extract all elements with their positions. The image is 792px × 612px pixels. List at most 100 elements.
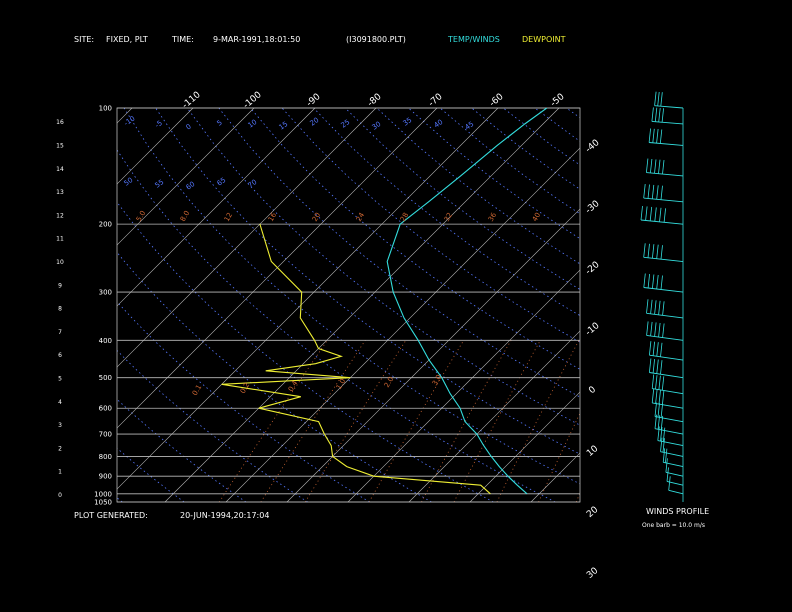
wind-barb-flag	[647, 184, 650, 199]
isotherm-line	[408, 330, 580, 502]
mixing-ratio-label: 0.1	[191, 383, 203, 397]
isotherm-line	[117, 108, 438, 429]
wind-barb-flag	[650, 299, 653, 314]
height-tick-label: 2	[58, 445, 62, 452]
wind-barb-flag	[661, 108, 664, 123]
mixing-ratio-line	[626, 340, 694, 502]
isotherm-label: -20	[584, 260, 602, 277]
wind-barb-flag	[651, 388, 655, 403]
wind-barb	[640, 219, 684, 225]
wind-barb-flag	[650, 321, 653, 336]
skew-t-chart: 10020030040050060070080090010001050-110-…	[56, 90, 792, 581]
wind-barb-flag	[665, 458, 668, 473]
wind-barb-flag	[660, 342, 663, 357]
wind-barb-flag	[652, 359, 655, 374]
isotherm-line	[117, 108, 255, 246]
wind-barb	[668, 489, 684, 495]
height-tick-label: 11	[56, 236, 64, 243]
wind-barb-flag	[646, 299, 649, 314]
dry-adiabat-label: 50	[123, 176, 135, 188]
pressure-tick-label: 500	[99, 374, 112, 382]
dry-adiabat-label: 5	[216, 119, 224, 128]
wind-barb-flag	[654, 402, 657, 417]
wind-barb	[665, 471, 684, 477]
wind-barb-flag	[659, 129, 663, 144]
dry-adiabat-label: 40	[433, 118, 445, 130]
wind-barb-flag	[652, 341, 655, 356]
mixing-ratio-label: 8.0	[179, 209, 191, 223]
wind-barb-flag	[662, 160, 665, 175]
pressure-tick-label: 900	[99, 473, 112, 481]
wind-barb-flag	[652, 274, 655, 289]
wind-barb-flag	[660, 185, 663, 200]
dry-adiabat-label: 20	[309, 116, 321, 128]
wind-barb-flag	[658, 375, 661, 390]
isotherm-label: -10	[584, 321, 602, 338]
isotherm-line	[117, 108, 316, 307]
mixing-ratio-label: 24	[355, 211, 367, 223]
height-tick-label: 12	[56, 212, 64, 219]
isotherm-label: -90	[305, 92, 323, 109]
wind-barb	[646, 334, 684, 341]
isotherm-label: -50	[549, 92, 567, 109]
dry-adiabat-label: 0	[185, 123, 193, 132]
mixing-ratio-label: 36	[487, 211, 499, 223]
height-tick-label: 8	[58, 306, 62, 313]
wind-barb-flag	[658, 107, 661, 123]
isotherm-label: 30	[585, 566, 600, 581]
wind-barb-flag	[661, 376, 665, 391]
wind-barb-flag	[649, 206, 653, 221]
mixing-ratio-label: 5.0	[135, 209, 147, 223]
wind-barb-flag	[656, 244, 659, 259]
dry-adiabat-label: -5	[154, 119, 164, 130]
wind-barb-flag	[665, 448, 668, 463]
dry-adiabat-line	[598, 108, 792, 502]
dry-adiabat-label: 30	[371, 120, 383, 132]
wind-barb	[643, 287, 684, 293]
isotherm-line	[592, 108, 792, 502]
wind-barb-flag	[650, 158, 653, 174]
wind-barb-flag	[663, 208, 666, 223]
wind-barb-flag	[654, 322, 657, 337]
isotherm-label: -40	[584, 138, 602, 155]
wind-barb-flag	[655, 389, 658, 404]
wind-barb	[646, 312, 684, 319]
isotherm-line	[653, 108, 792, 502]
wind-barb-flag	[651, 374, 655, 389]
wind-barb-flag	[654, 159, 657, 174]
wind-barb-flag	[660, 360, 663, 375]
wind-barb-flag	[660, 92, 663, 107]
wind-barb-flag	[658, 159, 661, 174]
wind-barb	[652, 402, 684, 409]
isotherm-label: 0	[587, 385, 598, 397]
dry-adiabat-line	[566, 108, 580, 119]
wind-barb-flag	[640, 205, 643, 221]
height-tick-label: 9	[58, 282, 62, 289]
dry-adiabat-line	[155, 108, 580, 455]
wind-barb-flag	[662, 301, 665, 316]
wind-barb-flag	[662, 390, 665, 405]
wind-barb-flag	[651, 107, 654, 122]
dry-adiabat-line	[439, 108, 580, 215]
dry-adiabat-line	[313, 108, 580, 317]
isotherm-line	[164, 108, 560, 502]
dry-adiabat-line	[117, 149, 556, 502]
wind-barb-flag	[666, 467, 669, 482]
isotherm-label: 10	[585, 444, 600, 459]
wind-barb-flag	[652, 244, 655, 259]
dry-adiabat-label: 25	[340, 118, 352, 130]
dry-adiabat-label: 70	[247, 178, 259, 190]
isotherm-line	[714, 108, 792, 502]
wind-barb-flag	[655, 375, 658, 390]
mixing-ratio-label: 12	[223, 211, 234, 223]
pressure-tick-label: 400	[99, 337, 112, 345]
dry-adiabat-line	[250, 108, 580, 370]
dry-adiabat-label: 35	[402, 116, 414, 128]
height-tick-label: 6	[58, 352, 62, 359]
wind-barb-flag	[649, 341, 652, 356]
isotherm-line	[117, 108, 133, 124]
wind-barb-flag	[656, 359, 659, 374]
height-tick-label: 14	[56, 166, 64, 173]
pressure-tick-label: 800	[99, 453, 112, 461]
pressure-tick-label: 700	[99, 431, 112, 439]
